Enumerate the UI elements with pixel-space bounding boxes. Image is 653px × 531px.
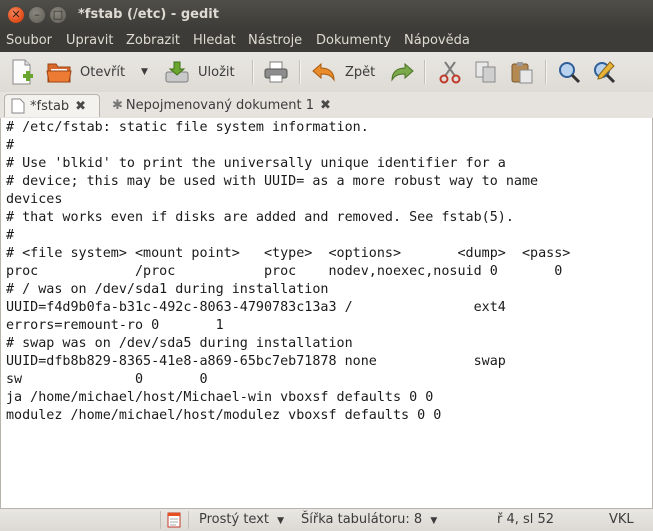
- editor-line: # /etc/fstab: static file system informa…: [6, 120, 369, 135]
- editor-line: # Use 'blkid' to print the universally u…: [6, 156, 506, 171]
- editor-line: errors=remount-ro 0 1: [6, 318, 224, 333]
- save-icon: [165, 61, 189, 83]
- editor-line: UUID=dfb8b829-8365-41e8-a869-65bc7eb7187…: [6, 354, 506, 369]
- editor-line: # that works even if disks are added and…: [6, 210, 514, 225]
- editor-line: modulez /home/michael/host/modulez vboxs…: [6, 408, 442, 423]
- menu-view[interactable]: Zobrazit: [126, 33, 180, 48]
- tab-label: Nepojmenovaný dokument 1: [125, 98, 314, 113]
- document-tabs: *fstab ✖ ✱ Nepojmenovaný dokument 1 ✖: [0, 92, 653, 119]
- cursor-position: ř 4, sl 52: [497, 512, 555, 527]
- tab-width-selector[interactable]: Šířka tabulátoru: 8 ▼: [301, 512, 437, 527]
- open-folder-icon: [46, 63, 72, 83]
- window-title: *fstab (/etc) - gedit: [78, 7, 219, 22]
- dropdown-arrow-icon: ▼: [141, 67, 148, 77]
- maximize-window-button[interactable]: □: [50, 7, 66, 23]
- print-icon: [264, 61, 288, 83]
- menu-search[interactable]: Hledat: [193, 33, 236, 48]
- dropdown-arrow-icon: ▼: [430, 516, 438, 526]
- open-recent-dropdown[interactable]: ▼: [141, 58, 148, 86]
- editor-line: #: [6, 228, 15, 243]
- toolbar-separator: [545, 60, 547, 84]
- find-button[interactable]: [557, 58, 583, 86]
- copy-button[interactable]: [473, 58, 499, 86]
- cut-icon: [439, 61, 461, 84]
- insert-mode: VKL: [609, 512, 634, 527]
- new-document-icon: ✱: [112, 98, 123, 113]
- print-button[interactable]: [263, 58, 289, 86]
- menu-documents[interactable]: Dokumenty: [316, 33, 391, 48]
- save-label: Uložit: [198, 64, 235, 80]
- editor-line: # <file system> <mount point> <type> <op…: [6, 246, 571, 261]
- close-icon: ✕: [11, 8, 21, 21]
- undo-button[interactable]: Zpět: [311, 58, 375, 86]
- editor-line: UUID=f4d9b0fa-b31c-492c-8063-4790783c13a…: [6, 300, 506, 315]
- status-separator: [160, 511, 161, 529]
- menu-edit[interactable]: Upravit: [66, 33, 113, 48]
- close-tab-icon[interactable]: ✖: [320, 98, 331, 113]
- minimize-window-button[interactable]: –: [29, 7, 45, 23]
- menu-tools[interactable]: Nástroje: [248, 33, 302, 48]
- toolbar-separator: [424, 60, 426, 84]
- new-document-button[interactable]: [10, 58, 34, 86]
- undo-icon: [312, 62, 335, 82]
- tab-width-label: Šířka tabulátoru: 8: [301, 512, 423, 527]
- editor-line: ja /home/michael/host/Michael-win vboxsf…: [6, 390, 434, 405]
- cut-button[interactable]: [437, 58, 463, 86]
- copy-icon: [475, 61, 496, 83]
- paste-button[interactable]: [509, 58, 535, 86]
- editor-line: # device; this may be used with UUID= as…: [6, 174, 539, 189]
- editor-line: # swap was on /dev/sda5 during installat…: [6, 336, 353, 351]
- editor-line: #: [6, 138, 15, 153]
- toolbar: Otevřít ▼ Uložit Zpět: [0, 52, 653, 93]
- tab-fstab[interactable]: *fstab ✖: [4, 94, 100, 117]
- text-editor[interactable]: # /etc/fstab: static file system informa…: [0, 118, 653, 508]
- menu-help[interactable]: Nápověda: [404, 33, 470, 48]
- find-replace-icon: [594, 61, 616, 84]
- paste-icon: [511, 62, 533, 84]
- maximize-icon: □: [52, 8, 64, 21]
- save-button[interactable]: Uložit: [164, 58, 235, 86]
- open-label: Otevřít: [80, 64, 126, 80]
- tab-label: *fstab: [30, 98, 70, 114]
- minimize-icon: –: [34, 8, 40, 21]
- document-icon: [11, 98, 25, 114]
- editor-line: proc /proc proc nodev,noexec,nosuid 0 0: [6, 264, 563, 279]
- search-icon: [559, 62, 581, 84]
- status-bar: Prostý text ▼ Šířka tabulátoru: 8 ▼ ř 4,…: [0, 508, 653, 531]
- window-titlebar: ✕ – □ *fstab (/etc) - gedit: [0, 0, 653, 30]
- menu-file[interactable]: Soubor: [6, 33, 52, 48]
- tab-untitled-document[interactable]: ✱ Nepojmenovaný dokument 1 ✖: [108, 94, 346, 117]
- open-button[interactable]: Otevřít: [46, 58, 125, 86]
- editor-line: # / was on /dev/sda1 during installation: [6, 282, 329, 297]
- close-tab-icon[interactable]: ✖: [75, 99, 86, 114]
- status-separator: [188, 511, 189, 529]
- undo-label: Zpět: [345, 64, 376, 80]
- find-replace-button[interactable]: [592, 58, 618, 86]
- close-window-button[interactable]: ✕: [8, 7, 24, 23]
- redo-icon: [391, 62, 414, 82]
- new-document-icon: [12, 59, 33, 85]
- editor-line: devices: [6, 192, 63, 207]
- language-label: Prostý text: [199, 512, 269, 527]
- dropdown-arrow-icon: ▼: [277, 516, 285, 526]
- language-selector[interactable]: Prostý text ▼: [199, 512, 284, 527]
- toolbar-separator: [299, 60, 301, 84]
- toolbar-separator: [252, 60, 254, 84]
- redo-button[interactable]: [389, 58, 415, 86]
- notes-icon[interactable]: [166, 512, 182, 528]
- menu-bar: Soubor Upravit Zobrazit Hledat Nástroje …: [0, 30, 653, 52]
- editor-line: sw 0 0: [6, 372, 208, 387]
